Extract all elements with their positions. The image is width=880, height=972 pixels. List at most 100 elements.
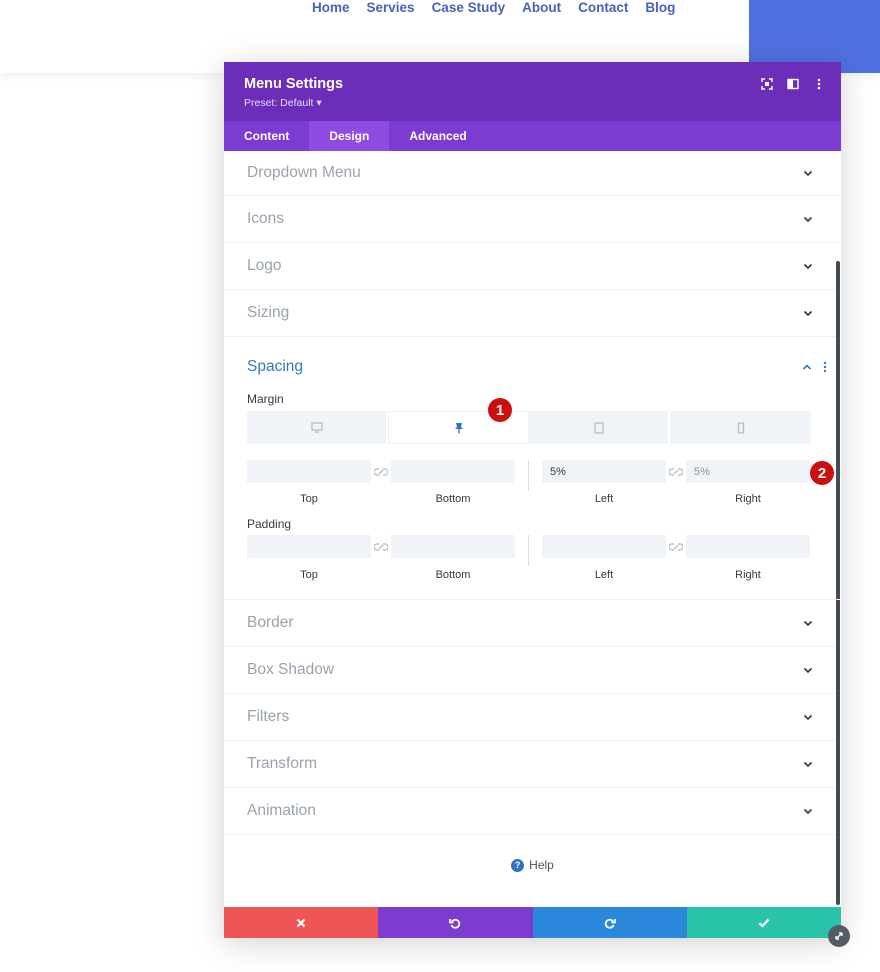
more-vertical-icon[interactable] [823,361,827,373]
caption-right: Right [735,493,761,505]
margin-captions: Top Bottom Left Right [247,493,810,505]
tablet-icon [593,421,604,434]
check-icon [758,918,770,928]
caption-right: Right [735,569,761,581]
padding-bottom-input[interactable] [391,535,515,558]
settings-body: Dropdown Menu Icons Logo Sizing Spacing [224,151,841,907]
resize-icon [835,932,843,940]
margin-bottom-input[interactable] [391,460,515,483]
tab-advanced[interactable]: Advanced [389,121,486,151]
chevron-down-icon [803,263,813,270]
redo-icon [604,918,616,929]
tab-design[interactable]: Design [309,121,390,151]
more-vertical-icon[interactable] [811,76,827,92]
tab-bar: Content Design Advanced [224,121,841,151]
section-filters[interactable]: Filters [224,694,841,741]
section-label: Logo [247,257,282,274]
padding-right-input[interactable] [686,535,810,558]
nav-servies[interactable]: Servies [367,0,415,16]
chevron-down-icon [803,714,813,721]
link-icon[interactable] [371,460,391,483]
tab-content[interactable]: Content [224,121,309,151]
modal-header: Menu Settings Preset: Default ▾ [224,62,841,121]
section-box-shadow[interactable]: Box Shadow [224,647,841,694]
section-transform[interactable]: Transform [224,741,841,788]
margin-left-input[interactable]: 5% [542,460,666,483]
caption-bottom: Bottom [435,569,471,581]
save-button[interactable] [686,907,841,938]
padding-fields [247,535,810,566]
section-label: Dropdown Menu [247,164,361,181]
undo-icon [449,918,461,929]
section-sizing[interactable]: Sizing [224,290,841,337]
link-icon[interactable] [666,535,686,558]
nav-about[interactable]: About [522,0,561,16]
annotation-badge-1: 1 [488,398,512,422]
help-icon: ? [511,858,525,872]
section-label: Animation [247,802,316,819]
nav-home[interactable]: Home [312,0,350,16]
caption-left: Left [594,493,614,505]
device-switcher [247,411,811,444]
menu-settings-modal: Menu Settings Preset: Default ▾ Content … [224,62,841,938]
discard-button[interactable] [224,907,379,938]
annotation-badge-2: 2 [810,461,834,485]
section-label: Transform [247,755,318,772]
device-desktop[interactable] [247,411,388,444]
caption-bottom: Bottom [435,493,471,505]
section-logo[interactable]: Logo [224,243,841,290]
section-icons[interactable]: Icons [224,196,841,243]
modal-footer [224,907,841,938]
chevron-down-icon [803,620,813,627]
chevron-down-icon [803,170,813,177]
close-icon [296,918,306,927]
section-border[interactable]: Border [224,600,841,647]
padding-label: Padding [247,517,292,531]
focus-icon[interactable] [759,76,775,92]
margin-top-input[interactable] [247,460,371,483]
resize-handle[interactable] [828,925,850,947]
section-spacing: Spacing Margin 5% 5% Top Bottom Left Rig… [224,337,841,600]
modal-title: Menu Settings [244,76,344,92]
device-phone[interactable] [670,411,811,444]
caption-left: Left [594,569,614,581]
field-divider [528,535,529,566]
spacing-title: Spacing [247,358,304,375]
section-label: Box Shadow [247,661,335,678]
pin-icon [454,422,463,433]
padding-left-input[interactable] [542,535,666,558]
undo-button[interactable] [378,907,533,938]
section-animation[interactable]: Animation [224,788,841,835]
preset-selector[interactable]: Preset: Default ▾ [244,97,322,109]
link-icon[interactable] [371,535,391,558]
site-nav: Home Servies Case Study About Contact Bl… [312,0,692,16]
field-divider [528,460,529,491]
link-icon[interactable] [666,460,686,483]
section-label: Filters [247,708,290,725]
redo-button[interactable] [532,907,687,938]
section-label: Sizing [247,304,290,321]
padding-top-input[interactable] [247,535,371,558]
margin-label: Margin [247,392,284,406]
spacing-header[interactable]: Spacing [247,358,827,376]
nav-case-study[interactable]: Case Study [432,0,506,16]
chevron-down-icon [803,808,813,815]
split-view-icon[interactable] [785,76,801,92]
nav-blog[interactable]: Blog [645,0,675,16]
caption-top: Top [300,493,318,505]
phone-icon [737,421,744,434]
help-link[interactable]: ? Help [224,858,841,872]
chevron-down-icon [803,761,813,768]
nav-contact[interactable]: Contact [578,0,628,16]
chevron-down-icon [803,216,813,223]
header-actions [759,76,827,92]
chevron-down-icon [803,667,813,674]
padding-captions: Top Bottom Left Right [247,569,810,581]
chevron-up-icon[interactable] [801,361,813,373]
caption-top: Top [300,569,318,581]
margin-right-input[interactable]: 5% [686,460,810,483]
section-label: Border [247,614,294,631]
section-label: Icons [247,210,285,227]
section-dropdown-menu[interactable]: Dropdown Menu [224,151,841,196]
device-tablet[interactable] [529,411,670,444]
